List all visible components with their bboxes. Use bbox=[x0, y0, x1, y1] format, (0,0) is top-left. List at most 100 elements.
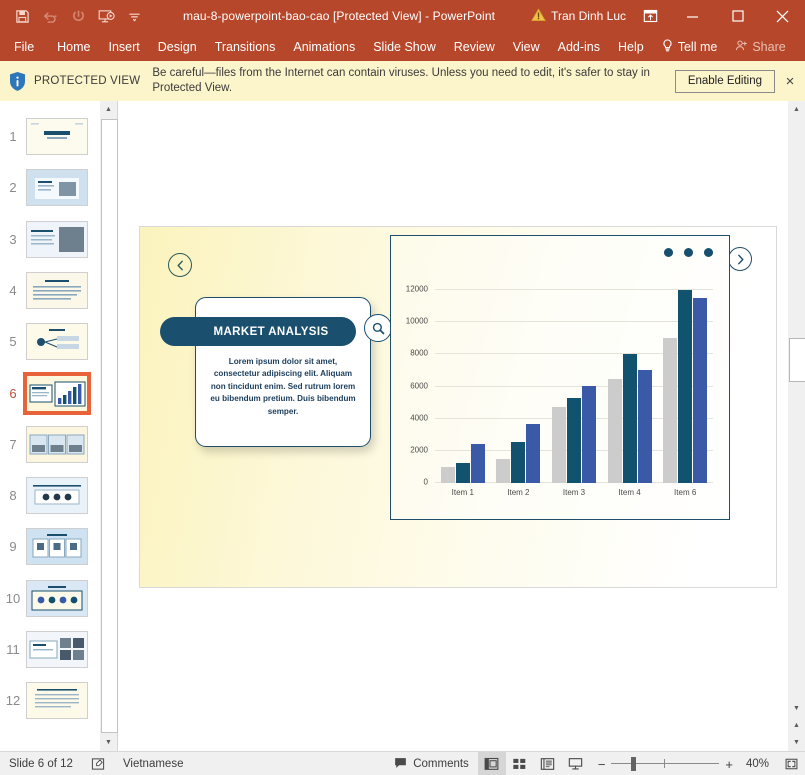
slide-thumbnail-panel[interactable]: 123456789101112 bbox=[0, 101, 101, 751]
chart-bar[interactable] bbox=[638, 370, 652, 483]
slide-surface[interactable]: MARKET ANALYSIS Lorem ipsum dolor sit am… bbox=[140, 227, 776, 587]
bar-chart-panel[interactable]: 020004000600080001000012000Item 1Item 2I… bbox=[390, 235, 730, 520]
thumbnail-preview[interactable] bbox=[26, 323, 88, 360]
maximize-icon[interactable] bbox=[715, 0, 760, 32]
chart-bar[interactable] bbox=[693, 298, 707, 483]
chart-bar[interactable] bbox=[567, 398, 581, 483]
tab-slide-show[interactable]: Slide Show bbox=[364, 32, 445, 61]
thumbnail-item[interactable]: 9 bbox=[0, 521, 100, 572]
thumbnail-preview[interactable] bbox=[26, 375, 88, 412]
chart-bar-group[interactable]: Item 4 bbox=[602, 274, 658, 483]
chart-bar-group[interactable]: Item 6 bbox=[657, 274, 713, 483]
chart-bar[interactable] bbox=[471, 444, 485, 483]
chart-bar[interactable] bbox=[552, 407, 566, 483]
slide-show-view-icon[interactable] bbox=[562, 752, 590, 775]
thumbnail-preview[interactable] bbox=[26, 426, 88, 463]
tab-review[interactable]: Review bbox=[445, 32, 504, 61]
thumbnail-item[interactable]: 4 bbox=[0, 265, 100, 316]
thumbnail-item[interactable]: 8 bbox=[0, 470, 100, 521]
tab-animations[interactable]: Animations bbox=[284, 32, 364, 61]
thumbnail-item[interactable]: 7 bbox=[0, 419, 100, 470]
tab-view[interactable]: View bbox=[504, 32, 549, 61]
thumbnail-preview[interactable] bbox=[26, 682, 88, 719]
comments-button[interactable]: Comments bbox=[385, 752, 478, 775]
magnifier-icon[interactable] bbox=[364, 314, 392, 342]
account-area[interactable]: Tran Dinh Luc bbox=[531, 8, 630, 25]
thumbnail-preview[interactable] bbox=[26, 580, 88, 617]
slide-indicator[interactable]: Slide 6 of 12 bbox=[0, 752, 82, 775]
chart-bar[interactable] bbox=[496, 459, 510, 483]
tab-design[interactable]: Design bbox=[149, 32, 206, 61]
thumbnail-preview[interactable] bbox=[26, 477, 88, 514]
undo-icon[interactable] bbox=[37, 4, 63, 28]
slide-sorter-view-icon[interactable] bbox=[506, 752, 534, 775]
thumbnail-preview[interactable] bbox=[26, 528, 88, 565]
save-icon[interactable] bbox=[9, 4, 35, 28]
thumbnail-item[interactable]: 11 bbox=[0, 624, 100, 675]
thumbnail-scrollbar-thumb[interactable] bbox=[101, 119, 118, 733]
thumbnail-scrollbar[interactable]: ▲ ▼ bbox=[100, 101, 118, 751]
thumbnail-item[interactable]: 1 bbox=[0, 111, 100, 162]
customize-qat-icon[interactable] bbox=[121, 4, 147, 28]
enable-editing-button[interactable]: Enable Editing bbox=[675, 70, 775, 93]
chart-bar[interactable] bbox=[663, 338, 677, 483]
chart-bar[interactable] bbox=[608, 379, 622, 484]
tab-transitions[interactable]: Transitions bbox=[206, 32, 285, 61]
normal-view-icon[interactable] bbox=[478, 752, 506, 775]
ribbon-display-options-icon[interactable] bbox=[630, 0, 670, 32]
next-slide-button[interactable]: ▼ bbox=[788, 734, 805, 751]
chart-bar[interactable] bbox=[511, 442, 525, 483]
chart-bar[interactable] bbox=[456, 463, 470, 483]
tab-help[interactable]: Help bbox=[609, 32, 653, 61]
language-indicator[interactable]: Vietnamese bbox=[114, 752, 193, 775]
thumbnail-item[interactable]: 12 bbox=[0, 675, 100, 726]
scrollbar-thumb[interactable] bbox=[789, 338, 805, 382]
previous-slide-button[interactable]: ▲ bbox=[788, 717, 805, 734]
zoom-in-button[interactable]: + bbox=[725, 757, 733, 772]
share-button[interactable]: Share bbox=[726, 32, 797, 61]
notes-icon[interactable] bbox=[82, 752, 114, 775]
scroll-down-icon[interactable]: ▼ bbox=[788, 700, 805, 717]
start-presentation-icon[interactable] bbox=[93, 4, 119, 28]
close-icon[interactable] bbox=[760, 0, 805, 32]
tab-add-ins[interactable]: Add-ins bbox=[549, 32, 609, 61]
fit-slide-icon[interactable] bbox=[777, 752, 805, 775]
zoom-out-button[interactable]: − bbox=[598, 757, 606, 772]
chart-bar[interactable] bbox=[678, 290, 692, 483]
minimize-icon[interactable] bbox=[670, 0, 715, 32]
tab-home[interactable]: Home bbox=[48, 32, 99, 61]
zoom-slider[interactable] bbox=[611, 757, 719, 771]
chart-bar-group[interactable]: Item 2 bbox=[491, 274, 547, 483]
protected-view-close-icon[interactable]: × bbox=[775, 66, 805, 96]
chart-bar[interactable] bbox=[623, 354, 637, 483]
zoom-slider-handle[interactable] bbox=[631, 757, 636, 771]
thumbnail-preview[interactable] bbox=[26, 221, 88, 258]
thumbnail-item[interactable]: 6 bbox=[0, 368, 100, 419]
chart-bar[interactable] bbox=[441, 467, 455, 483]
slide-prev-nav-button[interactable] bbox=[168, 253, 192, 277]
thumbnail-item[interactable]: 5 bbox=[0, 316, 100, 367]
main-vertical-scrollbar[interactable]: ▲ ▼ ▲ ▼ bbox=[788, 101, 805, 751]
thumbnail-item[interactable]: 10 bbox=[0, 573, 100, 624]
chart-bar-group[interactable]: Item 3 bbox=[546, 274, 602, 483]
redo-icon[interactable] bbox=[65, 4, 91, 28]
chart-bar-group[interactable]: Item 1 bbox=[435, 274, 491, 483]
zoom-controls[interactable]: − + 40% bbox=[590, 757, 777, 772]
thumbnail-item[interactable]: 2 bbox=[0, 162, 100, 213]
chart-bar[interactable] bbox=[582, 386, 596, 483]
tell-me-box[interactable]: Tell me bbox=[653, 32, 727, 61]
market-analysis-card[interactable]: MARKET ANALYSIS Lorem ipsum dolor sit am… bbox=[195, 297, 371, 447]
tab-file[interactable]: File bbox=[0, 32, 48, 61]
thumbnail-preview[interactable] bbox=[26, 631, 88, 668]
reading-view-icon[interactable] bbox=[534, 752, 562, 775]
thumbnail-item[interactable]: 3 bbox=[0, 214, 100, 265]
scroll-up-icon[interactable]: ▲ bbox=[788, 101, 805, 118]
thumbnail-preview[interactable] bbox=[26, 272, 88, 309]
thumbnail-scroll-up-icon[interactable]: ▲ bbox=[100, 101, 117, 118]
thumbnail-scroll-down-icon[interactable]: ▼ bbox=[100, 734, 117, 751]
slide-next-nav-button[interactable] bbox=[728, 247, 752, 271]
tab-insert[interactable]: Insert bbox=[100, 32, 149, 61]
zoom-level-label[interactable]: 40% bbox=[739, 758, 769, 770]
thumbnail-preview[interactable] bbox=[26, 169, 88, 206]
chart-bar[interactable] bbox=[526, 424, 540, 483]
